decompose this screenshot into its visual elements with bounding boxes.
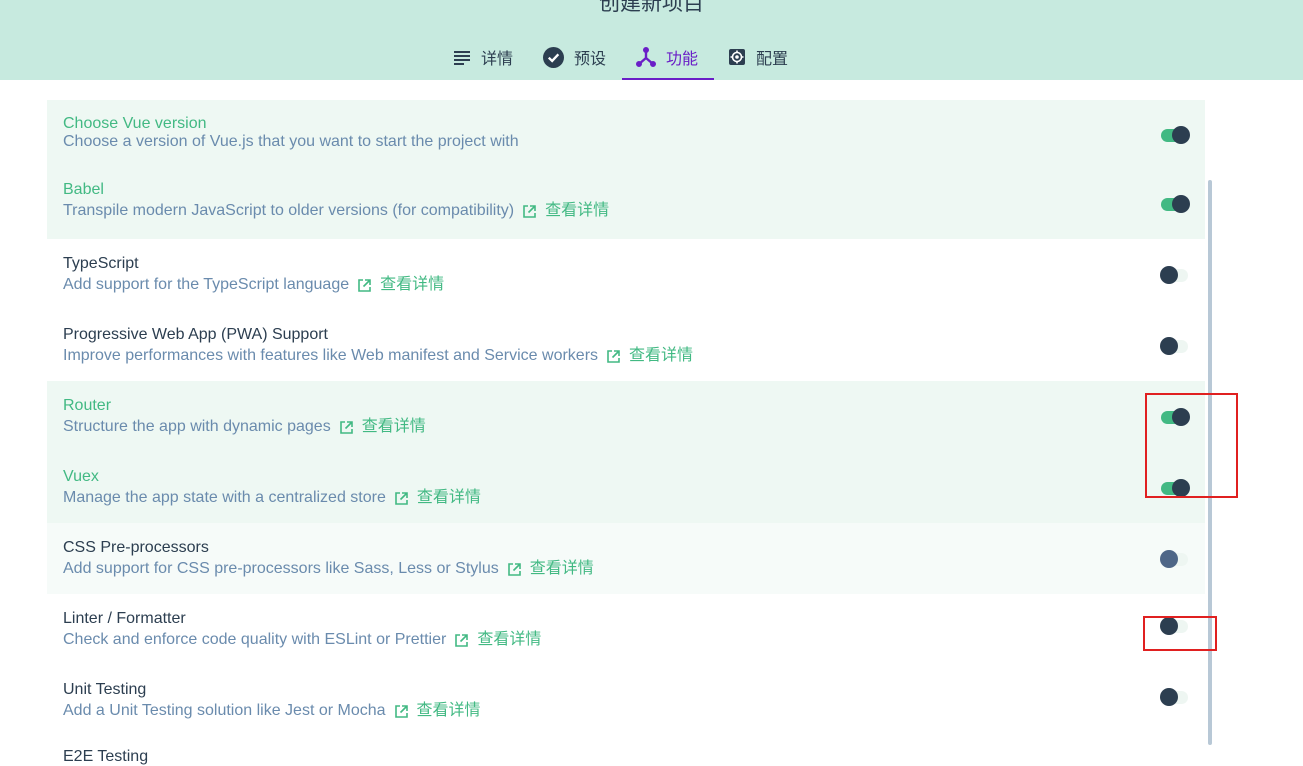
external-link-icon	[523, 204, 536, 218]
external-link-icon	[358, 278, 371, 292]
more-info-link[interactable]: 查看详情	[394, 702, 481, 720]
tab-details[interactable]: 详情	[439, 36, 529, 80]
feature-row-vuex[interactable]: Vuex Manage the app state with a central…	[47, 452, 1205, 523]
feature-desc-line: Transpile modern JavaScript to older ver…	[63, 202, 1205, 220]
more-info-label: 查看详情	[416, 489, 481, 506]
feature-toggle[interactable]	[1160, 549, 1190, 568]
feature-toggle[interactable]	[1160, 687, 1190, 706]
feature-name: Choose Vue version	[63, 115, 207, 132]
feature-desc: Choose a version of Vue.js that you want…	[63, 133, 519, 150]
more-info-label: 查看详情	[416, 702, 481, 719]
more-info-link[interactable]: 查看详情	[357, 276, 444, 294]
external-link-icon	[339, 420, 353, 434]
feature-desc-line: Manage the app state with a centralized …	[63, 489, 1205, 507]
feature-row-typescript[interactable]: TypeScript Add support for the TypeScrip…	[47, 239, 1205, 310]
feature-desc-line: Add support for the TypeScript language …	[63, 276, 1205, 294]
feature-name: Linter / Formatter	[63, 610, 186, 627]
page-title: 创建新项目	[599, 0, 704, 15]
external-link-icon	[607, 349, 620, 363]
feature-desc: Check and enforce code quality with ESLi…	[63, 631, 447, 648]
feature-toggle[interactable]	[1160, 194, 1190, 213]
feature-name: Babel	[63, 181, 104, 198]
feature-row-unit-testing[interactable]: Unit Testing Add a Unit Testing solution…	[47, 665, 1205, 736]
more-info-label: 查看详情	[629, 347, 694, 364]
feature-desc-line: Check and enforce code quality with ESLi…	[63, 631, 1205, 649]
more-info-link[interactable]: 查看详情	[606, 347, 693, 365]
feature-desc: Add support for CSS pre-processors like …	[63, 560, 499, 577]
feature-desc: Improve performances with features like …	[63, 347, 599, 364]
more-info-link[interactable]: 查看详情	[507, 560, 594, 578]
check-circle-icon	[543, 46, 565, 68]
feature-name: Unit Testing	[63, 681, 147, 698]
feature-list: Choose Vue version Choose a version of V…	[47, 100, 1205, 736]
feature-row-pwa[interactable]: Progressive Web App (PWA) Support Improv…	[47, 310, 1205, 381]
more-info-link[interactable]: 查看详情	[339, 418, 426, 436]
annotation-box	[1143, 616, 1217, 651]
feature-desc: Transpile modern JavaScript to older ver…	[63, 202, 515, 219]
more-info-link[interactable]: 查看详情	[522, 202, 609, 220]
tab-config-label: 配置	[756, 51, 789, 68]
feature-desc: Manage the app state with a centralized …	[63, 489, 386, 506]
annotation-box	[1145, 393, 1238, 498]
feature-row-babel[interactable]: Babel Transpile modern JavaScript to old…	[47, 168, 1205, 239]
more-info-label: 查看详情	[529, 560, 594, 577]
feature-toggle[interactable]	[1160, 265, 1190, 284]
feature-toggle[interactable]	[1160, 125, 1190, 144]
header: 创建新项目 详情 预设 功能 配置	[0, 0, 1303, 80]
feature-desc-line: Add a Unit Testing solution like Jest or…	[63, 702, 1205, 720]
feature-row-router[interactable]: Router Structure the app with dynamic pa…	[47, 381, 1205, 452]
feature-row-vue-version[interactable]: Choose Vue version Choose a version of V…	[47, 100, 1205, 168]
feature-desc: Structure the app with dynamic pages	[63, 418, 331, 435]
feature-row-css-preprocessors[interactable]: CSS Pre-processors Add support for CSS p…	[47, 523, 1205, 594]
external-link-icon	[395, 491, 408, 505]
more-info-label: 查看详情	[545, 202, 610, 219]
tab-details-label: 详情	[481, 51, 514, 68]
tab-features[interactable]: 功能	[622, 36, 715, 80]
more-info-link[interactable]: 查看详情	[394, 489, 481, 507]
gear-icon	[729, 49, 746, 65]
feature-name: Vuex	[63, 468, 99, 485]
tab-features-label: 功能	[666, 51, 699, 68]
feature-name: TypeScript	[63, 255, 139, 272]
feature-name-partial: E2E Testing	[63, 748, 149, 765]
tab-presets-label: 预设	[574, 51, 607, 68]
external-link-icon	[507, 562, 521, 576]
feature-desc-line: Structure the app with dynamic pages 查看详…	[63, 418, 1205, 436]
feature-desc-line: Improve performances with features like …	[63, 347, 1205, 365]
feature-toggle[interactable]	[1160, 336, 1190, 355]
feature-desc: Add support for the TypeScript language	[63, 276, 350, 293]
feature-name: Router	[63, 397, 112, 414]
tree-icon	[636, 47, 657, 67]
tab-bar: 详情 预设 功能 配置	[439, 36, 804, 80]
tab-config[interactable]: 配置	[714, 36, 804, 80]
feature-row-linter[interactable]: Linter / Formatter Check and enforce cod…	[47, 594, 1205, 665]
more-info-label: 查看详情	[477, 631, 542, 648]
external-link-icon	[394, 704, 408, 718]
more-info-label: 查看详情	[361, 418, 426, 435]
tab-presets[interactable]: 预设	[529, 36, 622, 80]
feature-name: Progressive Web App (PWA) Support	[63, 326, 328, 343]
feature-name: CSS Pre-processors	[63, 539, 209, 556]
external-link-icon	[455, 633, 469, 647]
feature-desc: Add a Unit Testing solution like Jest or…	[63, 702, 386, 719]
more-info-link[interactable]: 查看详情	[454, 631, 541, 649]
list-icon	[454, 51, 470, 65]
more-info-label: 查看详情	[380, 276, 445, 293]
feature-desc-line: Add support for CSS pre-processors like …	[63, 560, 1205, 578]
feature-desc-line: Choose a version of Vue.js that you want…	[63, 133, 1205, 151]
